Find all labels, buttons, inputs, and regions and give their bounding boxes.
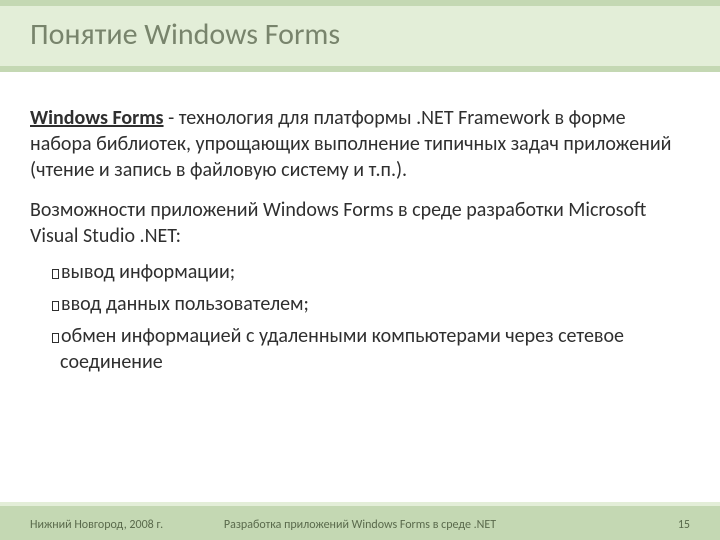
bullet-icon — [52, 333, 59, 343]
list-item-text: обмен информацией с удаленными компьютер… — [60, 324, 624, 374]
slide-title: Понятие Windows Forms — [30, 16, 340, 53]
list-item: обмен информацией с удаленными компьютер… — [52, 323, 690, 375]
bullet-list: вывод информации; ввод данных пользовате… — [52, 259, 690, 375]
list-item-text: вывод информации; — [61, 260, 235, 284]
slide: Понятие Windows Forms Windows Forms - те… — [0, 0, 720, 540]
footer-center-text: Разработка приложений Windows Forms в ср… — [0, 518, 720, 532]
content-area: Windows Forms - технология для платформы… — [30, 105, 690, 381]
term-windows-forms: Windows Forms — [30, 106, 164, 130]
paragraph-2: Возможности приложений Windows Forms в с… — [30, 197, 690, 249]
bullet-icon — [52, 269, 59, 279]
footer: Нижний Новгород, 2008 г. Разработка прил… — [0, 506, 720, 540]
title-band: Понятие Windows Forms — [0, 0, 720, 72]
bullet-icon — [52, 301, 59, 311]
list-item-text: ввод данных пользователем; — [61, 292, 309, 316]
page-number: 15 — [678, 518, 690, 532]
list-item: вывод информации; — [52, 259, 690, 285]
paragraph-1: Windows Forms - технология для платформы… — [30, 105, 690, 183]
list-item: ввод данных пользователем; — [52, 291, 690, 317]
